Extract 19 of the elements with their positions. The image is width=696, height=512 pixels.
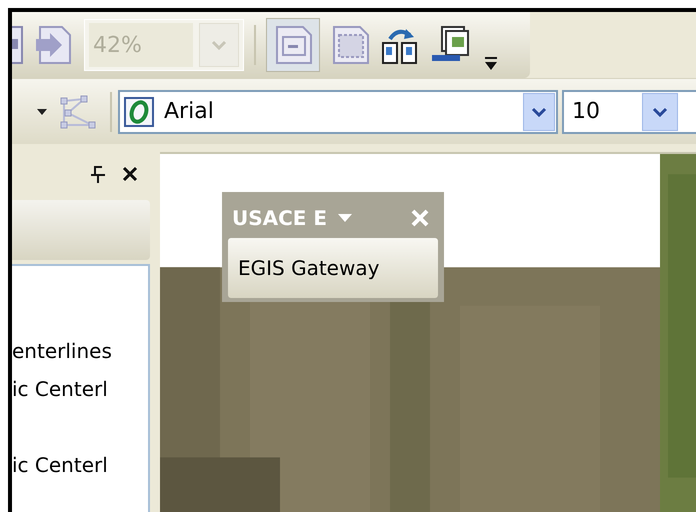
font-dropdown-button[interactable] (523, 92, 555, 130)
page-icon (12, 25, 24, 65)
dropdown-arrow-icon[interactable] (36, 108, 48, 116)
page-minus-icon (273, 25, 313, 65)
chevron-icon (211, 40, 227, 50)
chevron-icon (531, 106, 547, 116)
font-type-icon (124, 96, 154, 126)
size-dropdown-button[interactable] (642, 92, 678, 130)
size-field[interactable]: 10 (562, 90, 696, 134)
layer-label[interactable]: ic Centerl (12, 374, 148, 404)
layer-label[interactable]: enterlines (12, 336, 148, 366)
layer-label[interactable]: ic Centerl (12, 450, 148, 480)
overflow-chevron-icon[interactable] (484, 56, 498, 72)
pin-icon[interactable] (90, 165, 106, 183)
egis-gateway-button[interactable]: EGIS Gateway (228, 238, 438, 298)
font-field[interactable]: Arial (118, 90, 558, 134)
chevron-icon (652, 106, 668, 116)
close-icon[interactable] (122, 166, 138, 182)
floating-toolbar-title: USACE E (232, 205, 328, 232)
